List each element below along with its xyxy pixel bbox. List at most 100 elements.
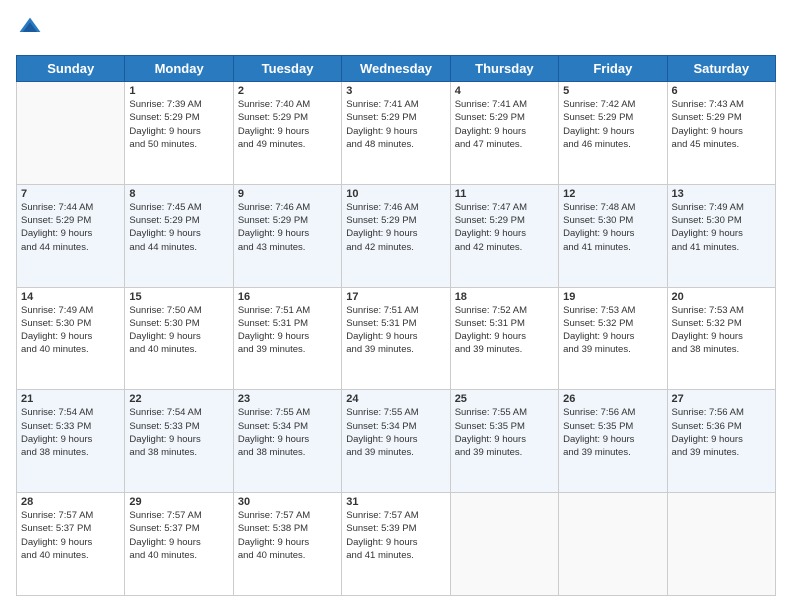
calendar-cell: 14Sunrise: 7:49 AMSunset: 5:30 PMDayligh… [17, 287, 125, 390]
day-info: Sunrise: 7:48 AMSunset: 5:30 PMDaylight:… [563, 201, 662, 254]
calendar-cell: 7Sunrise: 7:44 AMSunset: 5:29 PMDaylight… [17, 184, 125, 287]
day-info: Sunrise: 7:42 AMSunset: 5:29 PMDaylight:… [563, 98, 662, 151]
day-info: Sunrise: 7:46 AMSunset: 5:29 PMDaylight:… [346, 201, 445, 254]
day-info: Sunrise: 7:57 AMSunset: 5:38 PMDaylight:… [238, 509, 337, 562]
calendar-cell: 13Sunrise: 7:49 AMSunset: 5:30 PMDayligh… [667, 184, 775, 287]
calendar-cell: 3Sunrise: 7:41 AMSunset: 5:29 PMDaylight… [342, 82, 450, 185]
calendar-cell: 6Sunrise: 7:43 AMSunset: 5:29 PMDaylight… [667, 82, 775, 185]
day-info: Sunrise: 7:43 AMSunset: 5:29 PMDaylight:… [672, 98, 771, 151]
day-number: 7 [21, 188, 120, 200]
weekday-header-row: SundayMondayTuesdayWednesdayThursdayFrid… [17, 56, 776, 82]
logo-icon [18, 16, 42, 40]
calendar-cell: 31Sunrise: 7:57 AMSunset: 5:39 PMDayligh… [342, 493, 450, 596]
day-info: Sunrise: 7:41 AMSunset: 5:29 PMDaylight:… [346, 98, 445, 151]
day-info: Sunrise: 7:49 AMSunset: 5:30 PMDaylight:… [672, 201, 771, 254]
calendar-cell: 21Sunrise: 7:54 AMSunset: 5:33 PMDayligh… [17, 390, 125, 493]
day-info: Sunrise: 7:53 AMSunset: 5:32 PMDaylight:… [672, 304, 771, 357]
day-number: 18 [455, 291, 554, 303]
day-info: Sunrise: 7:50 AMSunset: 5:30 PMDaylight:… [129, 304, 228, 357]
calendar-week-1: 1Sunrise: 7:39 AMSunset: 5:29 PMDaylight… [17, 82, 776, 185]
day-info: Sunrise: 7:57 AMSunset: 5:39 PMDaylight:… [346, 509, 445, 562]
day-number: 4 [455, 85, 554, 97]
day-info: Sunrise: 7:47 AMSunset: 5:29 PMDaylight:… [455, 201, 554, 254]
day-number: 30 [238, 496, 337, 508]
day-number: 28 [21, 496, 120, 508]
calendar-cell: 24Sunrise: 7:55 AMSunset: 5:34 PMDayligh… [342, 390, 450, 493]
calendar-cell: 4Sunrise: 7:41 AMSunset: 5:29 PMDaylight… [450, 82, 558, 185]
day-info: Sunrise: 7:41 AMSunset: 5:29 PMDaylight:… [455, 98, 554, 151]
calendar-cell: 23Sunrise: 7:55 AMSunset: 5:34 PMDayligh… [233, 390, 341, 493]
day-number: 23 [238, 393, 337, 405]
calendar-cell: 1Sunrise: 7:39 AMSunset: 5:29 PMDaylight… [125, 82, 233, 185]
day-number: 14 [21, 291, 120, 303]
day-info: Sunrise: 7:57 AMSunset: 5:37 PMDaylight:… [21, 509, 120, 562]
calendar-cell: 25Sunrise: 7:55 AMSunset: 5:35 PMDayligh… [450, 390, 558, 493]
calendar-cell: 9Sunrise: 7:46 AMSunset: 5:29 PMDaylight… [233, 184, 341, 287]
day-number: 5 [563, 85, 662, 97]
day-number: 25 [455, 393, 554, 405]
calendar-cell: 16Sunrise: 7:51 AMSunset: 5:31 PMDayligh… [233, 287, 341, 390]
calendar-cell: 12Sunrise: 7:48 AMSunset: 5:30 PMDayligh… [559, 184, 667, 287]
calendar-cell: 10Sunrise: 7:46 AMSunset: 5:29 PMDayligh… [342, 184, 450, 287]
day-number: 20 [672, 291, 771, 303]
day-info: Sunrise: 7:40 AMSunset: 5:29 PMDaylight:… [238, 98, 337, 151]
day-number: 6 [672, 85, 771, 97]
day-info: Sunrise: 7:49 AMSunset: 5:30 PMDaylight:… [21, 304, 120, 357]
weekday-header-monday: Monday [125, 56, 233, 82]
day-info: Sunrise: 7:54 AMSunset: 5:33 PMDaylight:… [129, 406, 228, 459]
calendar-cell: 27Sunrise: 7:56 AMSunset: 5:36 PMDayligh… [667, 390, 775, 493]
day-number: 15 [129, 291, 228, 303]
calendar-cell: 18Sunrise: 7:52 AMSunset: 5:31 PMDayligh… [450, 287, 558, 390]
page: SundayMondayTuesdayWednesdayThursdayFrid… [0, 0, 792, 612]
day-info: Sunrise: 7:55 AMSunset: 5:34 PMDaylight:… [238, 406, 337, 459]
day-number: 22 [129, 393, 228, 405]
day-info: Sunrise: 7:56 AMSunset: 5:36 PMDaylight:… [672, 406, 771, 459]
weekday-header-tuesday: Tuesday [233, 56, 341, 82]
day-info: Sunrise: 7:39 AMSunset: 5:29 PMDaylight:… [129, 98, 228, 151]
calendar-cell [559, 493, 667, 596]
calendar-week-4: 21Sunrise: 7:54 AMSunset: 5:33 PMDayligh… [17, 390, 776, 493]
calendar-cell [667, 493, 775, 596]
day-number: 11 [455, 188, 554, 200]
weekday-header-wednesday: Wednesday [342, 56, 450, 82]
calendar-body: 1Sunrise: 7:39 AMSunset: 5:29 PMDaylight… [17, 82, 776, 596]
calendar-cell: 17Sunrise: 7:51 AMSunset: 5:31 PMDayligh… [342, 287, 450, 390]
day-number: 31 [346, 496, 445, 508]
calendar-cell: 29Sunrise: 7:57 AMSunset: 5:37 PMDayligh… [125, 493, 233, 596]
day-number: 1 [129, 85, 228, 97]
day-number: 21 [21, 393, 120, 405]
calendar-cell [17, 82, 125, 185]
day-info: Sunrise: 7:56 AMSunset: 5:35 PMDaylight:… [563, 406, 662, 459]
day-number: 27 [672, 393, 771, 405]
day-info: Sunrise: 7:57 AMSunset: 5:37 PMDaylight:… [129, 509, 228, 562]
calendar-table: SundayMondayTuesdayWednesdayThursdayFrid… [16, 55, 776, 596]
weekday-header-thursday: Thursday [450, 56, 558, 82]
calendar-cell: 28Sunrise: 7:57 AMSunset: 5:37 PMDayligh… [17, 493, 125, 596]
calendar-cell: 30Sunrise: 7:57 AMSunset: 5:38 PMDayligh… [233, 493, 341, 596]
day-info: Sunrise: 7:51 AMSunset: 5:31 PMDaylight:… [346, 304, 445, 357]
day-number: 12 [563, 188, 662, 200]
calendar-cell: 11Sunrise: 7:47 AMSunset: 5:29 PMDayligh… [450, 184, 558, 287]
day-info: Sunrise: 7:53 AMSunset: 5:32 PMDaylight:… [563, 304, 662, 357]
day-info: Sunrise: 7:45 AMSunset: 5:29 PMDaylight:… [129, 201, 228, 254]
day-number: 29 [129, 496, 228, 508]
day-number: 16 [238, 291, 337, 303]
calendar-header: SundayMondayTuesdayWednesdayThursdayFrid… [17, 56, 776, 82]
day-number: 2 [238, 85, 337, 97]
day-number: 13 [672, 188, 771, 200]
weekday-header-sunday: Sunday [17, 56, 125, 82]
calendar-week-3: 14Sunrise: 7:49 AMSunset: 5:30 PMDayligh… [17, 287, 776, 390]
calendar-cell: 2Sunrise: 7:40 AMSunset: 5:29 PMDaylight… [233, 82, 341, 185]
weekday-header-saturday: Saturday [667, 56, 775, 82]
calendar-week-5: 28Sunrise: 7:57 AMSunset: 5:37 PMDayligh… [17, 493, 776, 596]
calendar-cell [450, 493, 558, 596]
day-number: 8 [129, 188, 228, 200]
calendar-week-2: 7Sunrise: 7:44 AMSunset: 5:29 PMDaylight… [17, 184, 776, 287]
logo [16, 16, 42, 45]
day-info: Sunrise: 7:54 AMSunset: 5:33 PMDaylight:… [21, 406, 120, 459]
day-number: 3 [346, 85, 445, 97]
calendar-cell: 22Sunrise: 7:54 AMSunset: 5:33 PMDayligh… [125, 390, 233, 493]
weekday-header-friday: Friday [559, 56, 667, 82]
day-info: Sunrise: 7:44 AMSunset: 5:29 PMDaylight:… [21, 201, 120, 254]
day-info: Sunrise: 7:55 AMSunset: 5:34 PMDaylight:… [346, 406, 445, 459]
